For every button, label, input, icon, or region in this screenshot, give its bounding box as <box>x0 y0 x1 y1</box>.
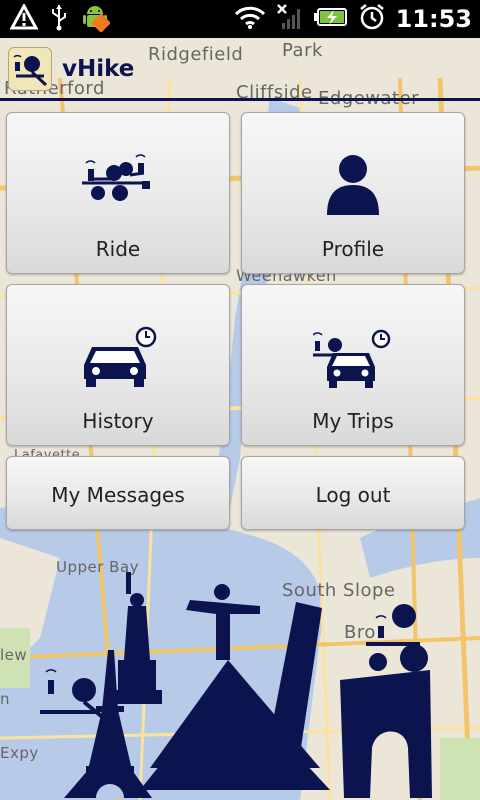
log-out-label: Log out <box>315 483 391 507</box>
profile-label: Profile <box>321 237 385 261</box>
usb-icon <box>50 3 68 35</box>
warning-icon <box>9 2 39 34</box>
status-bar: 11:53 <box>0 0 480 38</box>
history-car-clock-icon <box>7 325 229 389</box>
battery-charging-icon <box>313 6 348 32</box>
app-title-bar: vHike <box>0 38 480 100</box>
android-debug-icon <box>80 2 111 36</box>
hitchhiker-left-icon <box>40 669 108 722</box>
app-title: vHike <box>62 56 135 82</box>
landmarks-illustration <box>0 540 480 800</box>
alarm-icon <box>358 3 386 35</box>
log-out-button[interactable]: Log out <box>241 456 465 530</box>
hitchhiker-right-icon <box>366 604 428 672</box>
my-trips-label: My Trips <box>312 409 394 433</box>
vhike-logo-icon <box>8 47 52 91</box>
status-clock: 11:53 <box>395 5 472 33</box>
wifi-icon <box>234 5 266 33</box>
statue-of-liberty-icon <box>112 572 162 704</box>
ride-icon <box>7 149 229 209</box>
leaning-tower-icon <box>268 602 322 754</box>
no-signal-icon <box>276 3 304 35</box>
arc-de-triomphe-icon <box>340 670 432 798</box>
ride-label: Ride <box>95 237 141 261</box>
my-trips-icon <box>242 325 464 389</box>
christ-the-redeemer-icon <box>186 584 260 660</box>
title-divider <box>0 98 480 101</box>
my-messages-button[interactable]: My Messages <box>6 456 230 530</box>
history-label: History <box>82 409 154 433</box>
ride-button[interactable]: Ride <box>6 112 230 274</box>
profile-icon <box>242 153 464 215</box>
profile-button[interactable]: Profile <box>241 112 465 274</box>
my-trips-button[interactable]: My Trips <box>241 284 465 446</box>
my-messages-label: My Messages <box>51 483 185 507</box>
history-button[interactable]: History <box>6 284 230 446</box>
